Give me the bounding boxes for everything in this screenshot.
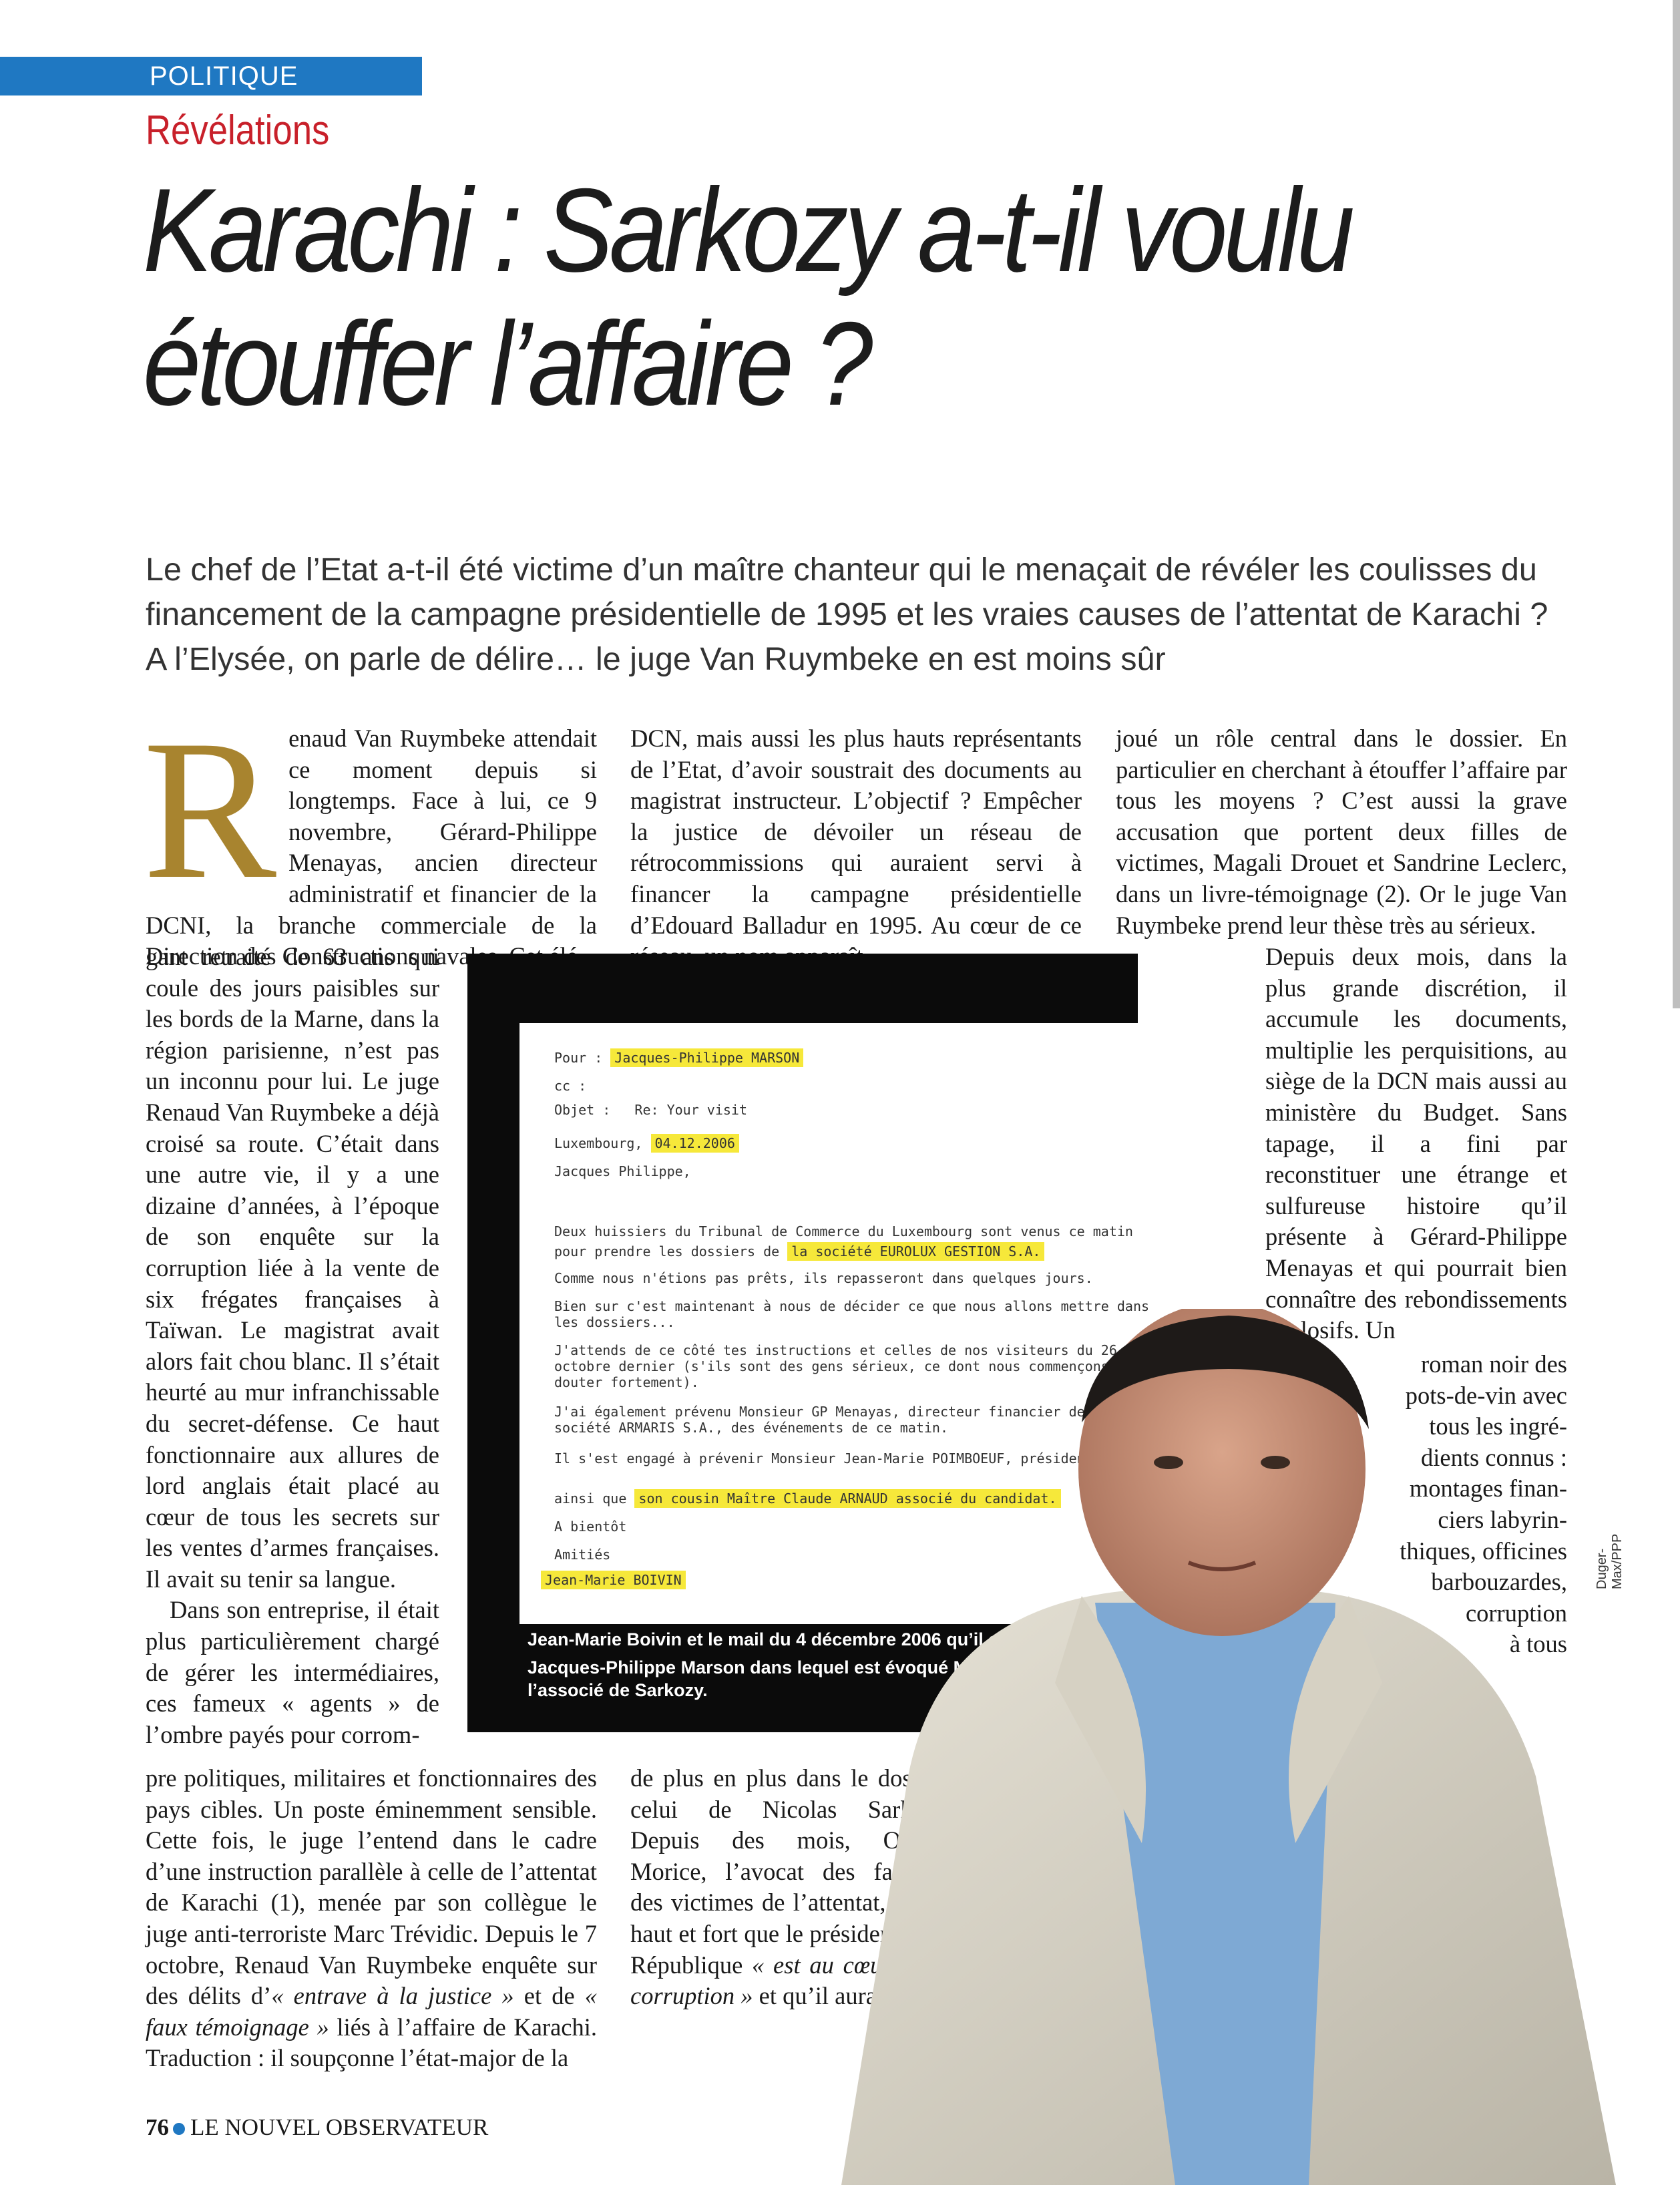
col1-paragraph-2-start: Dans son entreprise, il était plus parti… [146, 1596, 439, 1748]
column-1-narrow: gant retraité de 63 ans qui coule des jo… [146, 942, 439, 1750]
bullet-dot-icon [173, 2123, 185, 2135]
column-3-top: joué un rôle central dans le dossier. En… [1116, 725, 1567, 939]
column-3-narrow: Depuis deux mois, dans la plus grande di… [1265, 943, 1567, 1344]
col1-paragraph-2-cont: pre politiques, militaires et fonctionna… [146, 1764, 598, 2072]
standfirst: Le chef de l’Etat a-t-il été victime d’u… [146, 552, 1548, 677]
kicker: Révélations [146, 108, 330, 154]
col1-paragraph-1-cont: gant retraité de 63 ans qui coule des jo… [146, 943, 439, 1593]
section-rubric: POLITIQUE [0, 57, 422, 95]
portrait-photo [841, 1309, 1616, 2185]
column-1-bottom: pre politiques, militaires et fonctionna… [146, 1763, 597, 2074]
column-2-top: DCN, mais aussi les plus hauts représent… [630, 725, 1082, 970]
headline-line-1: Karachi : Sarkozy a-t-il voulu [143, 164, 1355, 296]
headline: Karachi : Sarkozy a-t-il voulu étouffer … [143, 164, 1436, 431]
magazine-name: LE NOUVEL OBSERVATEUR [190, 2114, 489, 2140]
photo-credit: Duger-Max/PPP [1595, 1533, 1625, 1589]
folio: 76 LE NOUVEL OBSERVATEUR [146, 2114, 488, 2141]
page-number: 76 [146, 2114, 169, 2140]
page-edge [1673, 0, 1680, 1008]
drop-cap: R [143, 699, 277, 920]
headline-line-2: étouffer l’affaire ? [143, 297, 873, 430]
column-1-top: R enaud Van Ruymbeke attendait ce moment… [143, 699, 597, 972]
